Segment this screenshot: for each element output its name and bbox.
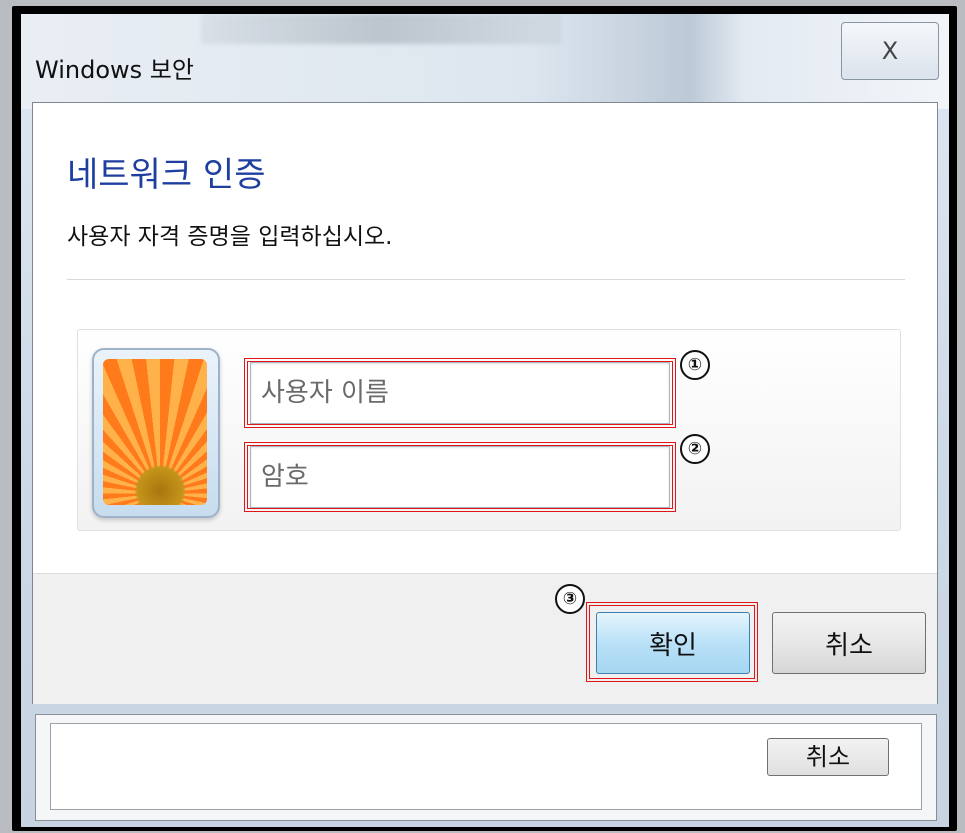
background-window: 취소: [35, 714, 937, 821]
user-avatar: [92, 348, 220, 518]
marker-2: ②: [680, 434, 710, 464]
password-field-box: [250, 446, 670, 508]
marker-3: ③: [555, 584, 585, 614]
credential-panel: ① ②: [77, 329, 901, 531]
close-icon: X: [881, 37, 899, 65]
screen: 취소 Windows 보안 X 네트워크 인증 사용자 자격 증명을 입력하십시…: [21, 14, 949, 827]
username-field-box: [250, 362, 670, 424]
close-button[interactable]: X: [841, 22, 939, 80]
cancel-button[interactable]: 취소: [772, 612, 926, 674]
divider: [67, 279, 905, 280]
window-title: Windows 보안: [35, 56, 194, 84]
password-input[interactable]: [251, 447, 669, 507]
dialog-heading: 네트워크 인증: [67, 155, 266, 195]
dialog-footer: ③ 확인 취소: [33, 573, 937, 704]
background-cancel-button[interactable]: 취소: [767, 738, 889, 776]
ok-button[interactable]: 확인: [596, 612, 750, 674]
window-titlebar[interactable]: Windows 보안 X: [21, 14, 949, 102]
credential-dialog: 네트워크 인증 사용자 자격 증명을 입력하십시오. ① ②: [32, 102, 938, 704]
username-input[interactable]: [251, 363, 669, 423]
dialog-content: 네트워크 인증 사용자 자격 증명을 입력하십시오. ① ②: [33, 103, 937, 573]
flower-image-icon: [103, 359, 207, 505]
background-window-panel: 취소: [50, 723, 922, 810]
marker-1: ①: [680, 350, 710, 380]
dialog-subheading: 사용자 자격 증명을 입력하십시오.: [67, 224, 393, 250]
